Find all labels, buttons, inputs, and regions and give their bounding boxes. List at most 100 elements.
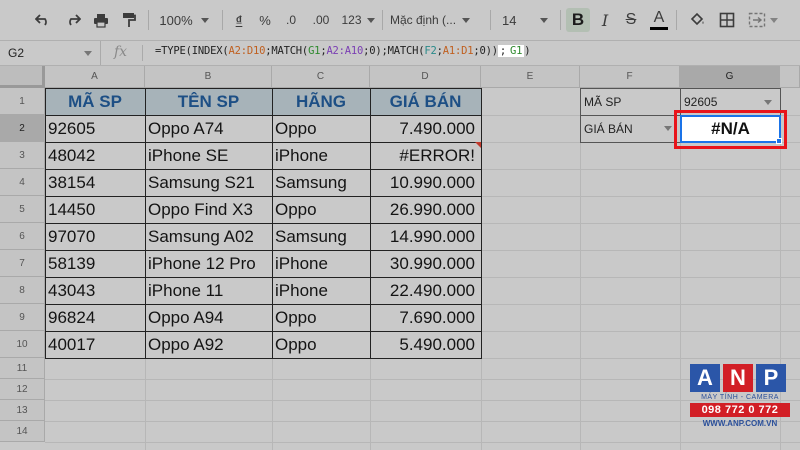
- row-header-14[interactable]: 14: [0, 421, 45, 442]
- column-header-c[interactable]: C: [272, 66, 370, 88]
- increase-decimal-icon: .00: [312, 13, 330, 27]
- row-header-2[interactable]: 2: [0, 115, 45, 142]
- column-header-a[interactable]: A: [45, 66, 145, 88]
- column-header-h[interactable]: [780, 66, 800, 88]
- row-header-4[interactable]: 4: [0, 169, 45, 196]
- table-cell[interactable]: 96824: [45, 304, 145, 331]
- table-cell[interactable]: iPhone 12 Pro: [145, 250, 272, 277]
- table-cell[interactable]: iPhone: [272, 142, 370, 169]
- chevron-down-icon: [770, 17, 778, 23]
- chevron-down-icon[interactable]: [664, 126, 672, 131]
- table-cell[interactable]: 26.990.000: [370, 196, 481, 223]
- row-header-3[interactable]: 3: [0, 142, 45, 169]
- formula-part: ;0)): [473, 45, 498, 57]
- table-cell[interactable]: 40017: [45, 331, 145, 358]
- table-cell[interactable]: 7.490.000: [370, 115, 481, 142]
- select-all-corner[interactable]: [0, 66, 45, 88]
- strikethrough-button[interactable]: S: [620, 8, 642, 32]
- table-cell[interactable]: 38154: [45, 169, 145, 196]
- table-cell[interactable]: 92605: [45, 115, 145, 142]
- table-cell[interactable]: 22.490.000: [370, 277, 481, 304]
- table-cell[interactable]: 43043: [45, 277, 145, 304]
- table-cell[interactable]: Oppo A92: [145, 331, 272, 358]
- fill-handle[interactable]: [776, 138, 782, 144]
- row-header-12[interactable]: 12: [0, 379, 45, 400]
- table-cell[interactable]: 14.990.000: [370, 223, 481, 250]
- column-header-b[interactable]: B: [145, 66, 272, 88]
- table-cell[interactable]: 7.690.000: [370, 304, 481, 331]
- text-color-button[interactable]: A: [648, 8, 670, 32]
- table-cell[interactable]: Oppo: [272, 304, 370, 331]
- column-header-e[interactable]: E: [481, 66, 580, 88]
- table-cell[interactable]: 30.990.000: [370, 250, 481, 277]
- table-cell[interactable]: iPhone SE: [145, 142, 272, 169]
- formula-ref: G1: [308, 45, 321, 57]
- row-header-11[interactable]: 11: [0, 358, 45, 379]
- table-cell[interactable]: Oppo A74: [145, 115, 272, 142]
- column-header-d[interactable]: D: [370, 66, 481, 88]
- chevron-down-icon[interactable]: [764, 100, 772, 105]
- formula-input[interactable]: =TYPE(INDEX(A2:D10;MATCH(G1;A2:A10;0);MA…: [155, 45, 531, 57]
- print-button[interactable]: [88, 8, 114, 32]
- bold-button[interactable]: B: [566, 8, 590, 32]
- error-cell[interactable]: #ERROR!: [370, 142, 481, 169]
- table-cell[interactable]: Samsung S21: [145, 169, 272, 196]
- gridline: [45, 379, 800, 380]
- increase-decimal-button[interactable]: .00: [306, 8, 336, 32]
- column-header-g[interactable]: G: [680, 66, 780, 88]
- borders-button[interactable]: [716, 8, 738, 32]
- table-header-ten-sp[interactable]: TÊN SP: [145, 88, 272, 115]
- lookup-label-ma-sp[interactable]: MÃ SP: [580, 88, 680, 115]
- table-border: [45, 115, 482, 116]
- table-cell[interactable]: Oppo Find X3: [145, 196, 272, 223]
- table-cell[interactable]: Oppo: [272, 196, 370, 223]
- table-cell[interactable]: 58139: [45, 250, 145, 277]
- zoom-select[interactable]: 100%: [156, 8, 212, 32]
- table-header-hang[interactable]: HÃNG: [272, 88, 370, 115]
- fill-color-button[interactable]: [686, 8, 708, 32]
- paint-roller-icon: [123, 13, 136, 27]
- column-header-f[interactable]: F: [580, 66, 680, 88]
- row-header-10[interactable]: 10: [0, 331, 45, 358]
- row-header-5[interactable]: 5: [0, 196, 45, 223]
- table-cell[interactable]: Samsung: [272, 169, 370, 196]
- table-cell[interactable]: iPhone: [272, 250, 370, 277]
- currency-format-button[interactable]: ₫: [228, 8, 250, 32]
- table-cell[interactable]: 5.490.000: [370, 331, 481, 358]
- selected-cell-g2[interactable]: #N/A: [680, 115, 781, 143]
- table-cell[interactable]: 48042: [45, 142, 145, 169]
- italic-button[interactable]: I: [594, 8, 616, 32]
- gridline: [45, 358, 800, 359]
- row-header-8[interactable]: 8: [0, 277, 45, 304]
- decrease-decimal-button[interactable]: .0: [278, 8, 304, 32]
- table-cell[interactable]: 14450: [45, 196, 145, 223]
- percent-format-button[interactable]: %: [254, 8, 276, 32]
- table-cell[interactable]: Samsung: [272, 223, 370, 250]
- row-header-13[interactable]: 13: [0, 400, 45, 421]
- row-header-6[interactable]: 6: [0, 223, 45, 250]
- row-header-1[interactable]: 1: [0, 88, 45, 115]
- redo-button[interactable]: [60, 8, 86, 32]
- name-box[interactable]: G2: [0, 41, 101, 65]
- sheet-grid[interactable]: A B C D E F G 1 2 3 4 5 6 7 8 9 10 11 12…: [0, 66, 800, 450]
- table-cell[interactable]: Oppo: [272, 115, 370, 142]
- font-family-select[interactable]: Mặc định (...: [390, 8, 486, 32]
- formula-part: ): [524, 45, 531, 57]
- table-cell[interactable]: Oppo A94: [145, 304, 272, 331]
- table-cell[interactable]: iPhone: [272, 277, 370, 304]
- row-header-7[interactable]: 7: [0, 250, 45, 277]
- table-header-ma-sp[interactable]: MÃ SP: [45, 88, 145, 115]
- font-size-select[interactable]: 14: [498, 8, 558, 32]
- table-cell[interactable]: Oppo: [272, 331, 370, 358]
- number-format-select[interactable]: 123: [336, 8, 380, 32]
- merge-cells-button[interactable]: [744, 8, 782, 32]
- table-header-gia-ban[interactable]: GIÁ BÁN: [370, 88, 481, 115]
- table-cell[interactable]: 10.990.000: [370, 169, 481, 196]
- table-cell[interactable]: Samsung A02: [145, 223, 272, 250]
- row-header-9[interactable]: 9: [0, 304, 45, 331]
- table-cell[interactable]: 97070: [45, 223, 145, 250]
- undo-button[interactable]: [30, 8, 56, 32]
- table-cell[interactable]: iPhone 11: [145, 277, 272, 304]
- paint-format-button[interactable]: [116, 8, 142, 32]
- zoom-value: 100%: [159, 12, 193, 28]
